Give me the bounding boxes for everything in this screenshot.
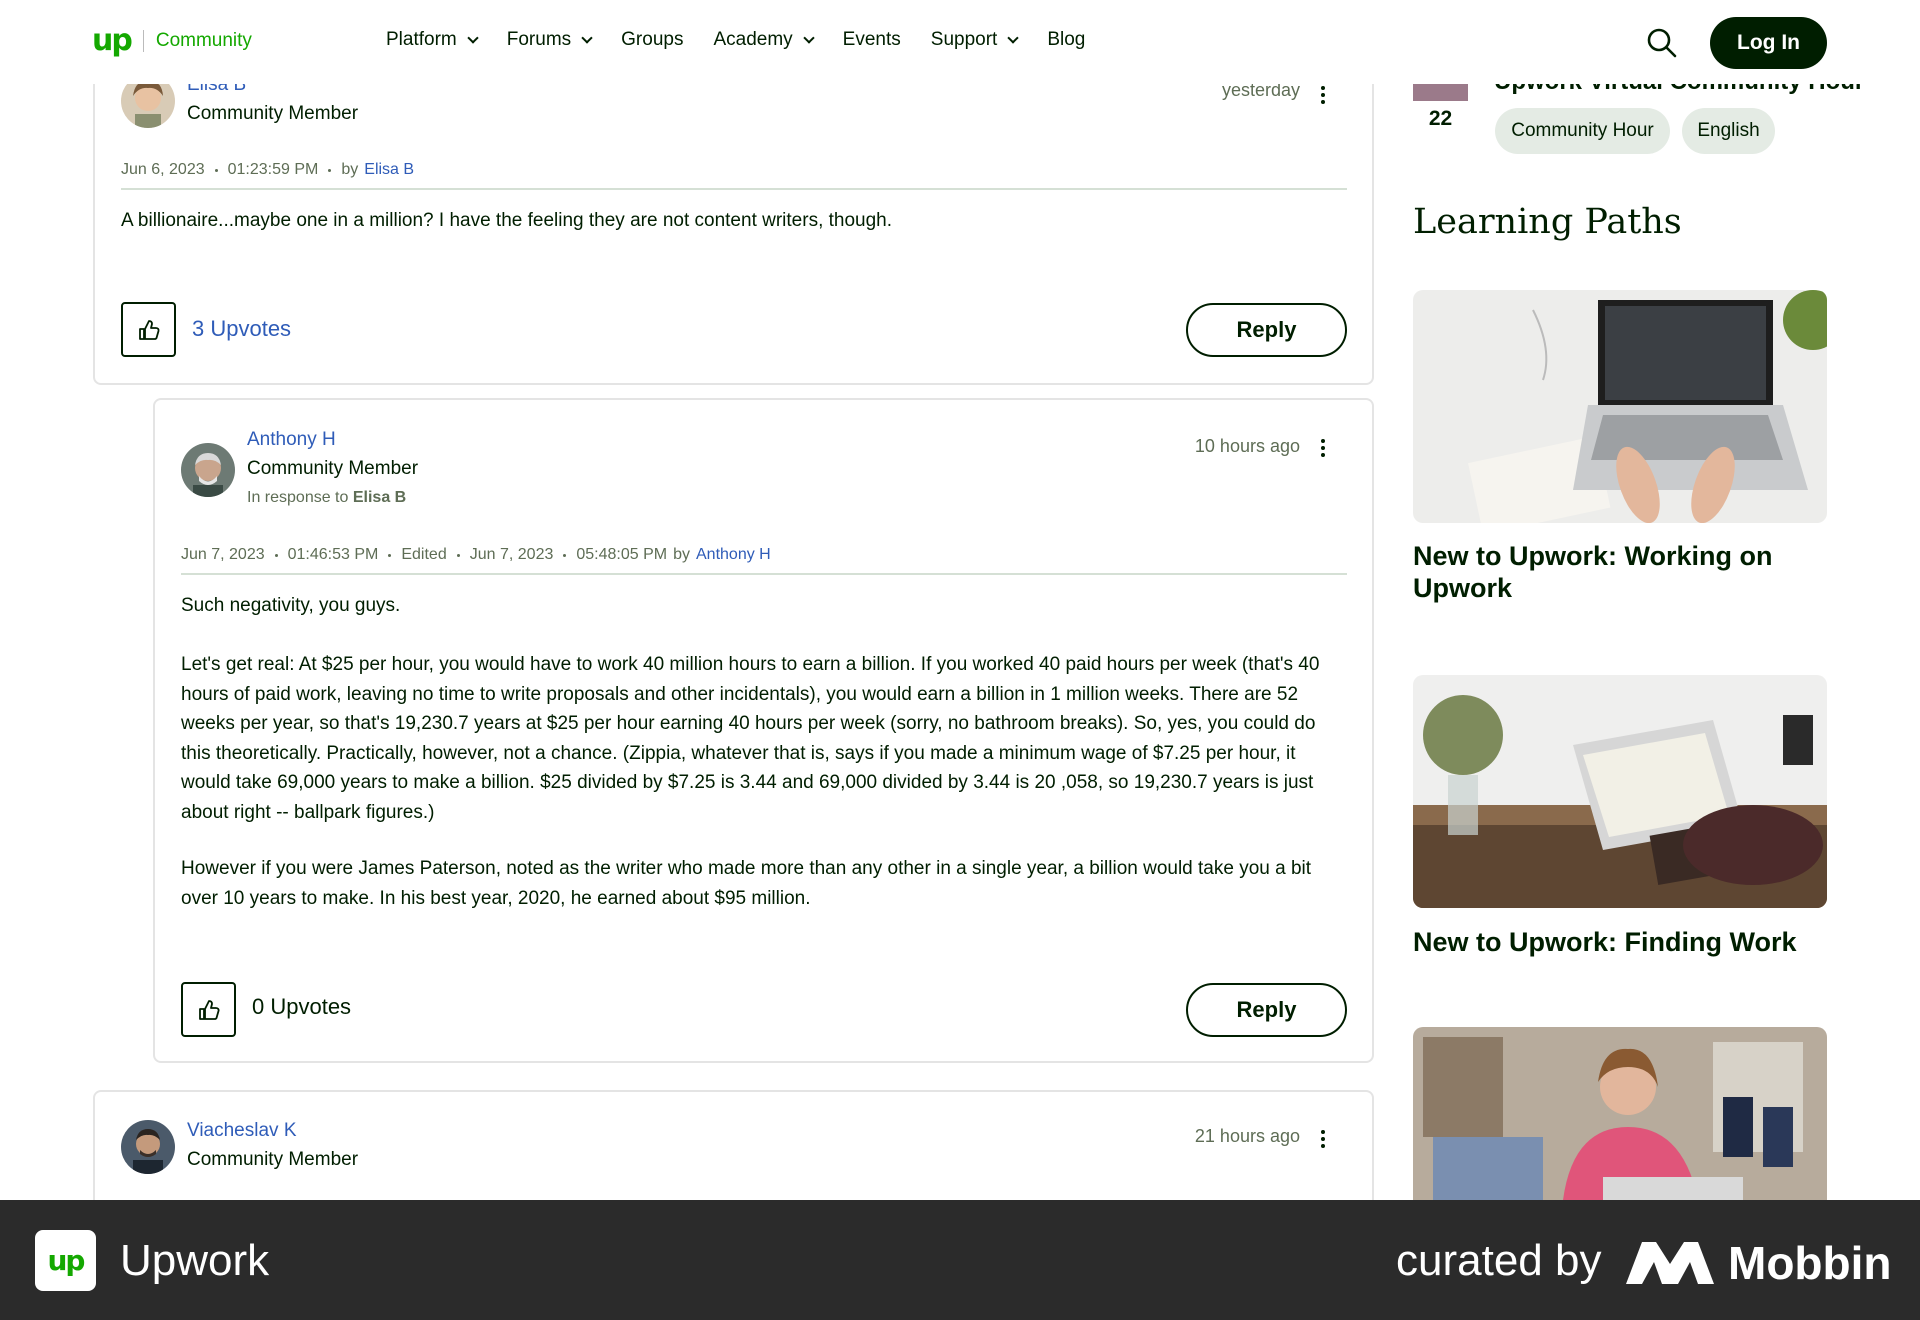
nav-label: Forums xyxy=(506,29,572,50)
author-role: Community Member xyxy=(187,1149,359,1170)
upvote-button[interactable] xyxy=(181,982,236,1037)
main-nav: Platform Forums Groups Academy Events Su… xyxy=(386,29,1085,51)
upwork-logo-mark: up xyxy=(92,23,133,58)
chevron-down-icon xyxy=(803,32,815,44)
post-clock: 01:23:59 PM xyxy=(227,161,319,178)
upvote-count[interactable]: 3 Upvotes xyxy=(192,316,291,342)
author-role: Community Member xyxy=(187,103,359,124)
post-time: 21 hours ago xyxy=(1194,1126,1300,1146)
edited-clock: 05:48:05 PM xyxy=(576,546,668,563)
post-date: Jun 6, 2023 xyxy=(121,161,205,178)
learning-paths-heading: Learning Paths xyxy=(1413,202,1682,242)
author-link[interactable]: Viacheslav K xyxy=(187,1120,297,1142)
event-day: 22 xyxy=(1428,107,1453,130)
nav-label: Support xyxy=(930,29,998,50)
upwork-logo-mark: up xyxy=(47,1244,86,1277)
reply-button[interactable]: Reply xyxy=(1186,983,1347,1037)
nav-events[interactable]: Events xyxy=(843,29,901,51)
learning-path-image[interactable] xyxy=(1413,290,1827,523)
post-meta: Jun 7, 2023 01:46:53 PM Edited Jun 7, 20… xyxy=(181,546,771,564)
meta-separator xyxy=(456,553,460,557)
in-response-author[interactable]: Elisa B xyxy=(353,489,406,506)
by-author-link[interactable]: Elisa B xyxy=(364,161,414,179)
avatar[interactable] xyxy=(181,443,235,497)
more-options-icon[interactable] xyxy=(1321,439,1327,457)
in-response-to: In response to Elisa B xyxy=(247,489,406,507)
mobbin-icon xyxy=(1626,1242,1714,1284)
meta-separator xyxy=(214,168,218,172)
more-options-icon[interactable] xyxy=(1321,1130,1327,1148)
meta-separator xyxy=(563,553,567,557)
upvote-button[interactable] xyxy=(121,302,176,357)
curated-by-label: curated by xyxy=(1396,1236,1602,1285)
nav-support[interactable]: Support xyxy=(930,29,1019,51)
community-logo[interactable]: up Community xyxy=(92,26,252,56)
upwork-app-icon: up xyxy=(35,1230,96,1291)
meta-divider xyxy=(121,188,1347,190)
nav-groups[interactable]: Groups xyxy=(621,29,683,51)
more-options-icon[interactable] xyxy=(1321,86,1327,104)
post-meta: Jun 6, 2023 01:23:59 PM by Elisa B xyxy=(121,161,414,179)
nav-label: Groups xyxy=(621,29,684,50)
nav-forums[interactable]: Forums xyxy=(506,29,593,51)
author-link[interactable]: Anthony H xyxy=(247,429,336,451)
login-button[interactable]: Log In xyxy=(1710,17,1827,69)
mobbin-logo: Mobbin xyxy=(1626,1236,1892,1290)
in-response-prefix: In response to xyxy=(247,489,349,506)
nav-label: Academy xyxy=(713,29,793,50)
edited-label: Edited xyxy=(401,546,447,563)
meta-separator xyxy=(388,553,392,557)
nav-platform[interactable]: Platform xyxy=(386,29,479,51)
learning-path-image[interactable] xyxy=(1413,1027,1827,1200)
thumbs-up-icon xyxy=(138,319,160,340)
nav-label: Blog xyxy=(1047,29,1086,50)
post-time: 10 hours ago xyxy=(1194,436,1300,456)
meta-separator xyxy=(274,553,278,557)
nav-label: Platform xyxy=(386,29,457,50)
mobbin-wordmark: Mobbin xyxy=(1728,1237,1892,1289)
post-body: A billionaire...maybe one in a million? … xyxy=(121,210,893,231)
event-tag[interactable]: Community Hour xyxy=(1495,108,1670,154)
community-label: Community xyxy=(155,30,252,51)
avatar[interactable] xyxy=(121,1120,175,1174)
nav-blog[interactable]: Blog xyxy=(1047,29,1085,51)
post-paragraph: Such negativity, you guys. xyxy=(181,595,401,616)
thumbs-up-icon xyxy=(198,999,220,1020)
learning-path-image[interactable] xyxy=(1413,675,1827,908)
search-icon xyxy=(1647,28,1677,58)
nav-label: Events xyxy=(842,29,901,50)
post-card: Anthony H Community Member In response t… xyxy=(153,398,1374,1063)
author-role: Community Member xyxy=(247,458,419,479)
post-paragraph: However if you were James Paterson, note… xyxy=(181,858,1312,909)
footer-bar: up Upwork curated by Mobbin xyxy=(0,1200,1920,1320)
post-clock: 01:46:53 PM xyxy=(287,546,379,563)
event-tag[interactable]: English xyxy=(1682,108,1775,154)
nav-academy[interactable]: Academy xyxy=(713,29,815,51)
learning-path-title[interactable]: New to Upwork: Finding Work xyxy=(1413,926,1827,958)
by-label: by xyxy=(673,546,690,563)
edited-date: Jun 7, 2023 xyxy=(469,546,554,563)
site-header: up Community Platform Forums Groups Acad… xyxy=(0,0,1920,84)
logo-divider xyxy=(142,30,144,52)
reply-button[interactable]: Reply xyxy=(1186,303,1347,357)
upvote-count[interactable]: 0 Upvotes xyxy=(252,994,351,1020)
meta-separator xyxy=(328,168,332,172)
by-label: by xyxy=(341,161,359,178)
chevron-down-icon xyxy=(1007,32,1019,44)
post-paragraph: Let's get real: At $25 per hour, you wou… xyxy=(181,654,1320,823)
post-date: Jun 7, 2023 xyxy=(181,546,265,563)
learning-path-title[interactable]: New to Upwork: Working on Upwork xyxy=(1413,540,1827,604)
meta-divider xyxy=(181,573,1347,575)
search-button[interactable] xyxy=(1646,27,1678,59)
chevron-down-icon xyxy=(467,32,479,44)
footer-brand: Upwork xyxy=(120,1236,270,1285)
by-author-link[interactable]: Anthony H xyxy=(696,546,771,564)
chevron-down-icon xyxy=(581,32,593,44)
